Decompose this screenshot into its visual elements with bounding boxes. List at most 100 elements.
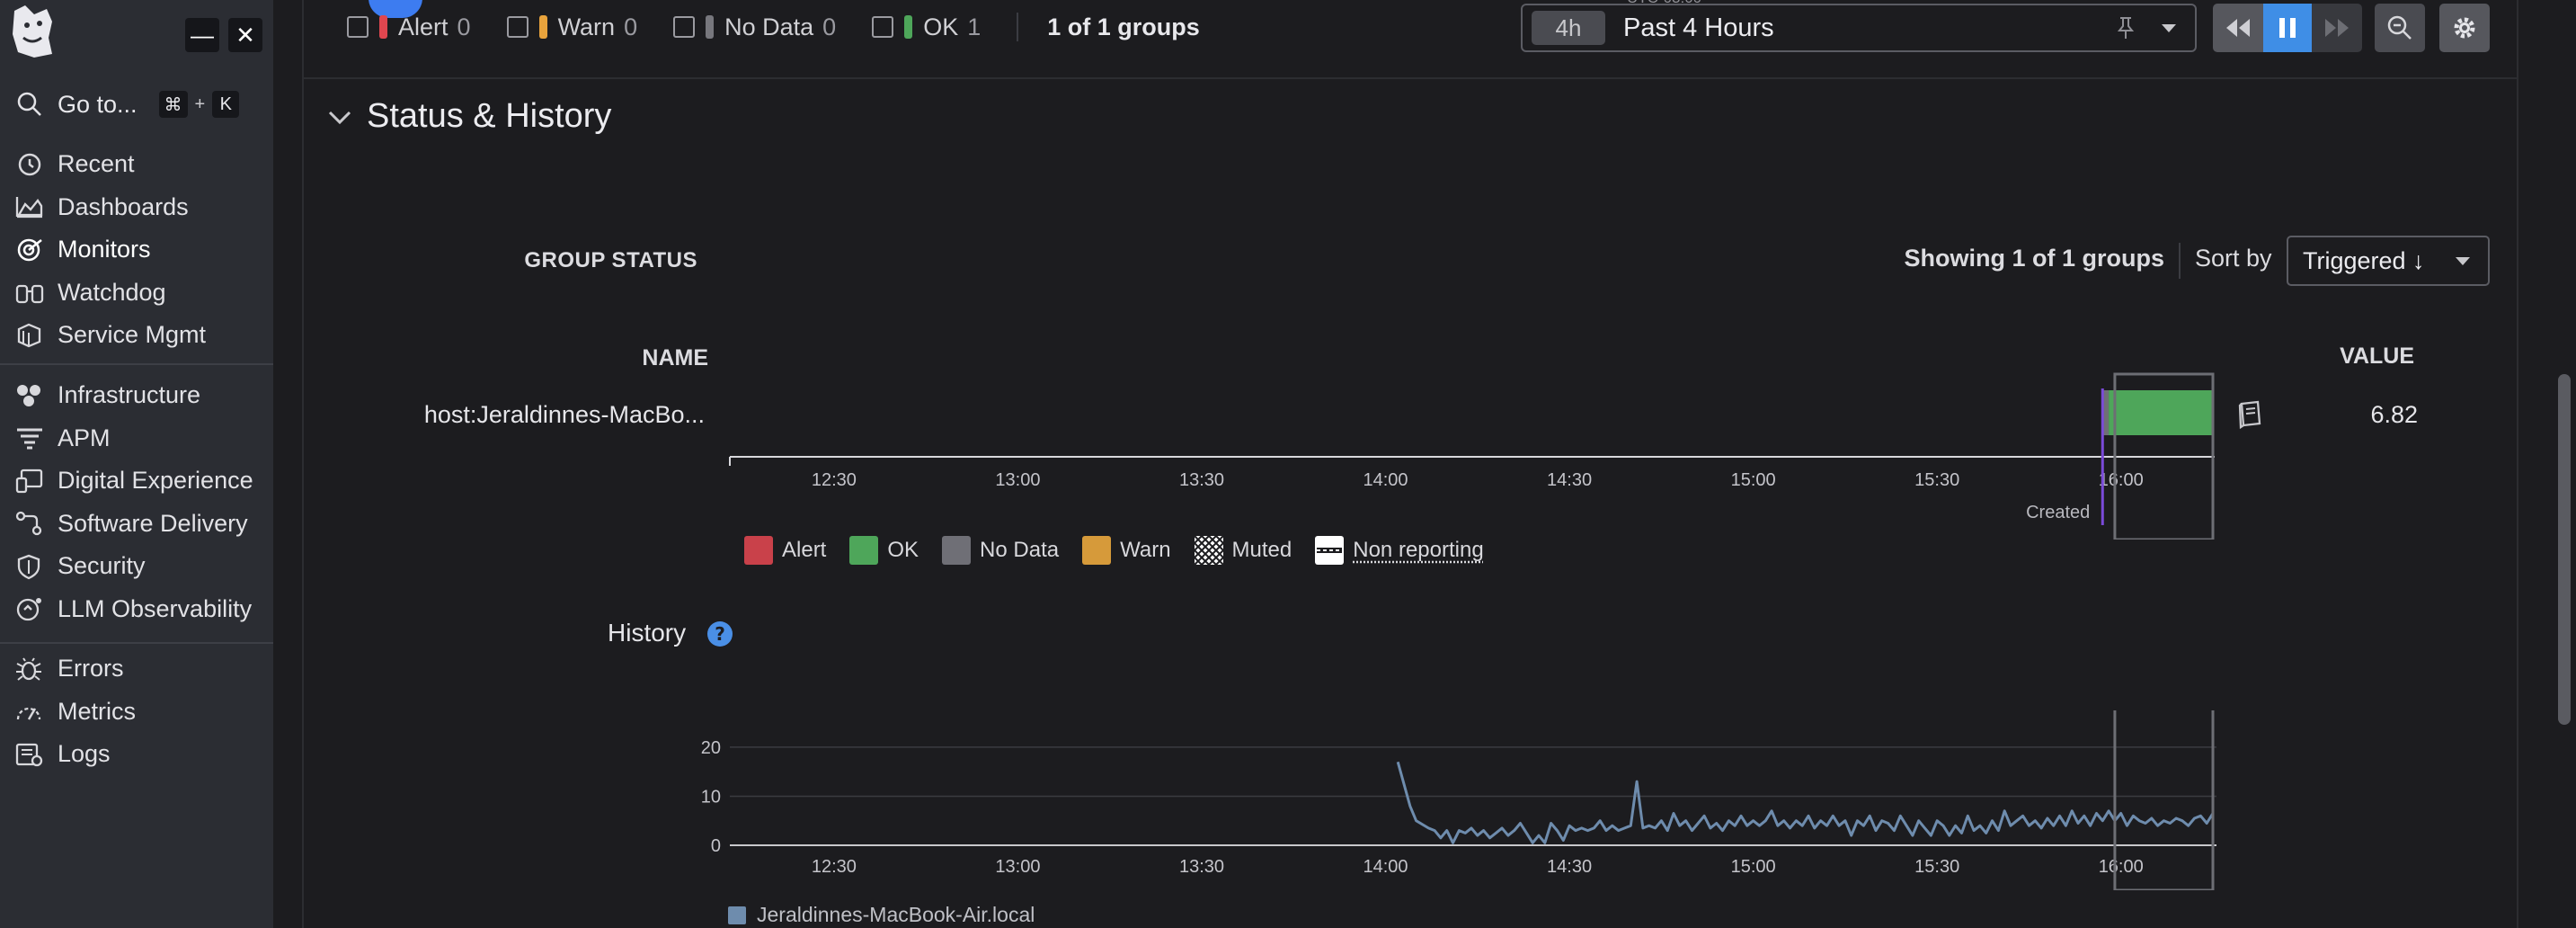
status-legend: Alert OK No Data Warn Muted Non reportin… xyxy=(744,536,1507,565)
fast-forward-icon xyxy=(2325,19,2349,37)
fast-forward-button[interactable] xyxy=(2312,4,2362,52)
svg-text:?: ? xyxy=(715,623,725,645)
chevron-down-icon xyxy=(328,111,351,124)
sidebar-item-label: Security xyxy=(58,552,146,580)
sidebar-item-watchdog[interactable]: Watchdog xyxy=(0,272,273,315)
legend-non-reporting[interactable]: Non reporting xyxy=(1315,536,1484,565)
sidebar-item-llm-observability[interactable]: LLM Observability xyxy=(0,588,273,631)
filter-label: Warn xyxy=(557,13,616,40)
group-row-name[interactable]: host:Jeraldinnes-MacBo... xyxy=(395,401,705,429)
goto-search[interactable]: Go to... ⌘ + K xyxy=(16,88,259,120)
history-x-tick-label: 13:00 xyxy=(995,857,1040,877)
status-segment xyxy=(2109,390,2213,435)
minimize-button[interactable]: — xyxy=(185,18,219,52)
nav-group-main: Recent Dashboards Monitors Watchdog Serv… xyxy=(0,143,273,357)
sidebar-item-service-mgmt[interactable]: Service Mgmt xyxy=(0,314,273,357)
history-icon xyxy=(18,153,41,175)
series-swatch xyxy=(728,906,746,924)
filter-nodata-checkbox[interactable] xyxy=(673,16,696,38)
time-range-picker[interactable]: 4h Past 4 Hours xyxy=(1521,4,2197,52)
legend-swatch xyxy=(744,536,773,565)
filter-warn-checkbox[interactable] xyxy=(506,16,529,38)
settings-button[interactable] xyxy=(2439,4,2490,52)
sidebar-item-label: Software Delivery xyxy=(58,509,248,537)
shortcut-k-key: K xyxy=(212,91,240,118)
history-x-tick-label: 13:30 xyxy=(1179,857,1224,877)
chevron-down-icon[interactable] xyxy=(2155,14,2182,41)
sidebar-item-logs[interactable]: Logs xyxy=(0,733,273,776)
history-y-tick-label: 0 xyxy=(711,836,721,856)
sidebar-item-label: Errors xyxy=(58,655,124,683)
name-column-header: NAME xyxy=(642,345,708,370)
sidebar-item-label: LLM Observability xyxy=(58,594,253,622)
filter-label: No Data xyxy=(724,13,814,40)
close-icon: ✕ xyxy=(235,22,255,49)
history-y-tick-label: 10 xyxy=(701,787,721,807)
filter-count: 0 xyxy=(624,13,638,40)
notebook-icon[interactable] xyxy=(2236,399,2263,430)
history-y-tick-label: 20 xyxy=(701,738,721,758)
sidebar-item-label: Watchdog xyxy=(58,278,166,306)
filter-alert[interactable]: Alert 0 xyxy=(347,13,471,41)
chart-area-icon xyxy=(15,197,43,219)
filter-ok[interactable]: OK 1 xyxy=(872,13,981,41)
status-tick-label: 16:00 xyxy=(2099,470,2144,490)
vertical-scrollbar[interactable] xyxy=(2558,374,2571,725)
sidebar-item-dashboards[interactable]: Dashboards xyxy=(0,186,273,229)
legend-label: Alert xyxy=(782,538,827,562)
sidebar-item-monitors[interactable]: Monitors xyxy=(0,228,273,272)
nav-group-tools: Errors Metrics Logs xyxy=(0,647,273,776)
status-tick-label: 15:00 xyxy=(1731,470,1776,490)
bars-icon xyxy=(17,428,42,450)
filter-label: Alert xyxy=(398,13,449,40)
shortcut-cmd-key: ⌘ xyxy=(158,91,188,118)
nodata-swatch xyxy=(706,15,715,39)
history-x-tick-label: 14:00 xyxy=(1364,857,1408,877)
sidebar-item-security[interactable]: Security xyxy=(0,545,273,588)
filter-alert-checkbox[interactable] xyxy=(347,16,369,38)
section-title: Status & History xyxy=(367,97,612,135)
close-button[interactable]: ✕ xyxy=(228,18,262,52)
llm-icon xyxy=(16,598,41,621)
zoom-out-button[interactable] xyxy=(2375,4,2425,52)
sidebar-item-digital-experience[interactable]: Digital Experience xyxy=(0,460,273,503)
gauge-icon xyxy=(16,708,41,720)
rewind-button[interactable] xyxy=(2213,4,2263,52)
pause-button[interactable] xyxy=(2263,4,2312,52)
status-filters: Alert 0 Warn 0 No Data 0 OK 1 1 of 1 gro… xyxy=(347,9,1200,45)
sidebar-item-infrastructure[interactable]: Infrastructure xyxy=(0,374,273,417)
filter-nodata[interactable]: No Data 0 xyxy=(673,13,836,41)
sidebar-item-recent[interactable]: Recent xyxy=(0,143,273,186)
legend-nodata: No Data xyxy=(942,536,1059,565)
sort-select[interactable]: Triggered ↓ xyxy=(2287,236,2490,286)
sidebar-item-label: Digital Experience xyxy=(58,467,253,495)
sort-divider xyxy=(2179,243,2181,279)
history-series-line xyxy=(1396,761,2215,844)
sidebar-item-label: Dashboards xyxy=(58,192,189,220)
alert-swatch xyxy=(379,15,387,39)
pipeline-icon xyxy=(15,512,42,536)
sidebar-item-label: APM xyxy=(58,424,111,451)
pin-icon[interactable] xyxy=(2112,14,2139,41)
history-line-chart[interactable]: 0 10 20 12:30 13:00 13:30 14:00 14:30 15:00 15:30… xyxy=(701,710,2229,890)
sidebar-item-apm[interactable]: APM xyxy=(0,417,273,460)
shield-icon xyxy=(17,554,40,580)
series-legend: Jeraldinnes-MacBook-Air.local xyxy=(728,903,1035,927)
legend-label: Warn xyxy=(1120,538,1171,562)
sidebar-item-metrics[interactable]: Metrics xyxy=(0,691,273,734)
help-icon[interactable]: ? xyxy=(706,620,733,647)
gear-icon xyxy=(2454,17,2475,39)
filter-ok-checkbox[interactable] xyxy=(872,16,894,38)
search-icon xyxy=(17,92,41,116)
section-header[interactable]: Status & History xyxy=(325,97,611,136)
datadog-logo-icon[interactable] xyxy=(7,2,58,61)
status-timeline-chart[interactable]: 12:30 13:00 13:30 14:00 14:30 15:00 15:30 16:00… xyxy=(701,369,2229,540)
filter-warn[interactable]: Warn 0 xyxy=(506,13,638,41)
legend-muted: Muted xyxy=(1194,536,1292,565)
warn-swatch xyxy=(538,15,547,39)
sidebar-item-software-delivery[interactable]: Software Delivery xyxy=(0,503,273,546)
time-range-badge: 4h xyxy=(1532,11,1605,45)
filter-divider xyxy=(1017,13,1019,41)
zoom-out-icon xyxy=(2387,15,2412,40)
sidebar-item-errors[interactable]: Errors xyxy=(0,647,273,691)
